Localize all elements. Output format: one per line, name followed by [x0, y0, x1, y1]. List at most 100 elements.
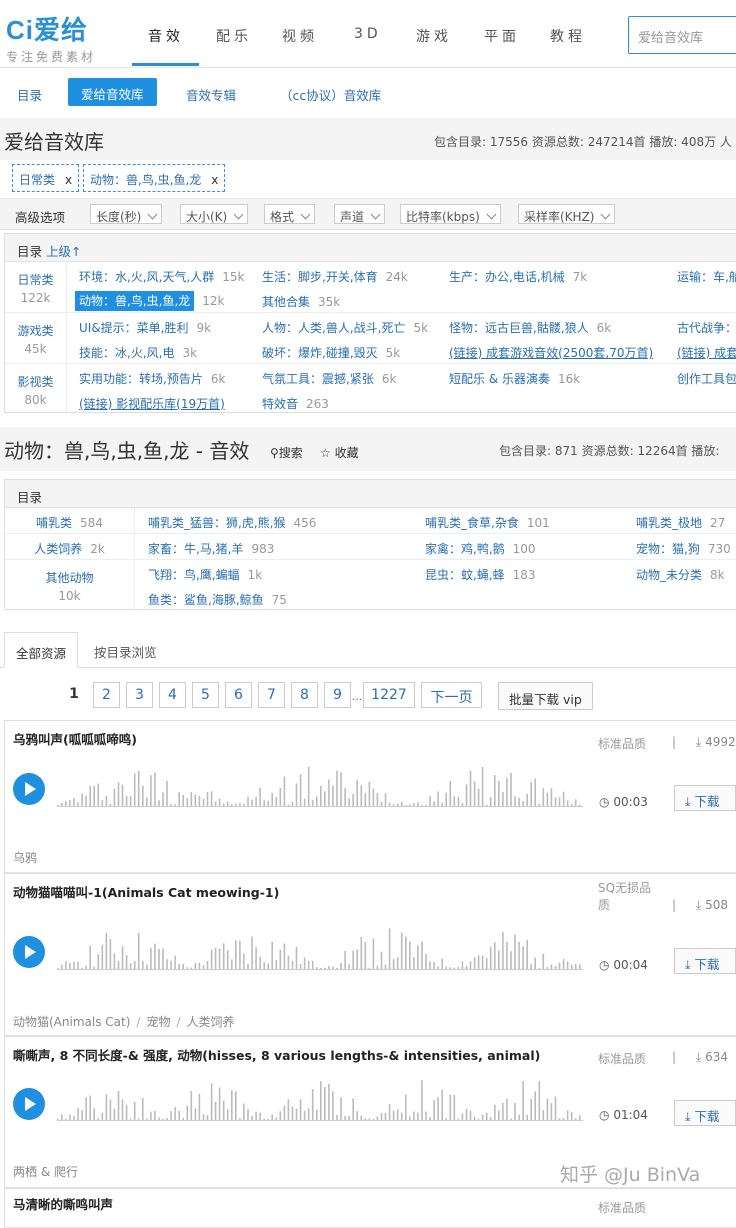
dir-item[interactable]: 鱼类：鲨鱼,海豚,鲸鱼 75 — [148, 591, 287, 608]
clock-icon: ◷ — [599, 1108, 610, 1122]
tag-link[interactable]: 两栖 & 爬行 — [13, 1165, 78, 1179]
tab-all-resources[interactable]: 全部资源 — [4, 632, 79, 668]
tag-link[interactable]: 动物猫(Animals Cat) — [13, 1015, 130, 1029]
page-link[interactable]: 5 — [192, 682, 219, 708]
filter-tag[interactable]: 日常类 x — [12, 164, 80, 192]
dir-item[interactable]: UI&提示：菜单,胜利 9k — [79, 319, 211, 336]
dir-item[interactable]: 运输：车,船 — [677, 268, 736, 285]
waveform-bar — [514, 934, 516, 970]
dir-item[interactable]: 哺乳类_极地 27 — [636, 514, 725, 531]
category-film[interactable]: 影视类 80k — [5, 364, 67, 414]
subnav-cc-library[interactable]: （cc协议）音效库 — [280, 85, 381, 104]
nav-video[interactable]: 视频 — [282, 26, 318, 46]
dir-item[interactable]: 环境：水,火,风,天气,人群 15k — [79, 268, 244, 285]
page-link[interactable]: 6 — [225, 682, 252, 708]
site-logo[interactable]: Ci爱给 专注免费素材 — [6, 10, 93, 64]
dir-item[interactable]: 家畜：牛,马,猪,羊 983 — [148, 540, 274, 557]
favorite-action[interactable]: ☆ 收藏 — [320, 444, 359, 461]
up-level-link[interactable]: 上级↑ — [46, 244, 81, 259]
dir-item[interactable]: 其他合集 35k — [262, 293, 340, 310]
category-other-animals[interactable]: 其他动物 10k — [5, 560, 135, 611]
dir-item[interactable]: 怪物：远古巨兽,骷髅,狼人 6k — [449, 319, 611, 336]
play-button[interactable] — [13, 936, 45, 968]
dir-item-selected[interactable]: 动物：兽,鸟,虫,鱼,龙 12k — [75, 291, 224, 311]
bulk-download-button[interactable]: 批量下载 vip — [498, 682, 593, 710]
dir-item[interactable]: 创作工具包 — [677, 370, 736, 387]
dir-item[interactable]: 破坏：爆炸,碰撞,毁灭 5k — [262, 344, 400, 361]
close-icon[interactable]: x — [211, 173, 218, 187]
category-daily[interactable]: 日常类 122k — [5, 262, 67, 312]
filter-tag[interactable]: 动物：兽,鸟,虫,鱼,龙 x — [83, 164, 226, 192]
download-button[interactable]: ⤓ 下载 — [674, 948, 736, 974]
page-link[interactable]: 8 — [291, 682, 318, 708]
track-title[interactable]: 马清晰的嘶鸣叫声 — [13, 1194, 113, 1213]
dir-item[interactable]: 特效音 263 — [262, 395, 329, 412]
waveform-bar — [113, 788, 116, 807]
dir-item[interactable]: 动物_未分类 8k — [636, 566, 725, 583]
category-game[interactable]: 游戏类 45k — [5, 313, 67, 363]
dir-item[interactable]: 生活：脚步,开关,体育 24k — [262, 268, 408, 285]
dir-item[interactable]: 哺乳类_食草,杂食 101 — [425, 514, 550, 531]
waveform-bar — [125, 1104, 128, 1121]
dir-item[interactable]: 人物：人类,兽人,战斗,死亡 5k — [262, 319, 428, 336]
dir-item[interactable]: 短配乐 & 乐器演奏 16k — [449, 370, 580, 387]
play-button[interactable] — [13, 1088, 45, 1120]
page-link[interactable]: 3 — [126, 682, 153, 708]
samplerate-select[interactable]: 采样率(KHZ) — [518, 204, 616, 224]
dir-item[interactable]: 家禽：鸡,鸭,鹅 100 — [425, 540, 536, 557]
channel-select[interactable]: 声道 — [334, 204, 386, 224]
dir-item[interactable]: 古代战争： — [677, 319, 736, 336]
nav-game[interactable]: 游戏 — [416, 26, 452, 46]
dir-item[interactable]: 昆虫：蚊,蝇,蜂 183 — [425, 566, 536, 583]
download-button[interactable]: ⤓ 下载 — [674, 1100, 736, 1126]
dir-item[interactable]: 宠物：猫,狗 730 — [636, 540, 731, 557]
close-icon[interactable]: x — [65, 173, 72, 187]
category-domestic[interactable]: 人类饲养 2k — [5, 534, 135, 559]
size-select[interactable]: 大小(K) — [180, 204, 249, 224]
dir-item[interactable]: 技能：冰,火,风,电 3k — [79, 344, 197, 361]
link-sets[interactable]: (链接) 成套 — [677, 344, 736, 361]
tag-link[interactable]: 人类饲养 — [187, 1015, 235, 1029]
subnav-sound-library[interactable]: 爱给音效库 — [68, 78, 157, 106]
search-action[interactable]: ⚲搜索 — [270, 444, 303, 461]
length-select[interactable]: 长度(秒) — [90, 204, 163, 224]
tab-browse-by-directory[interactable]: 按目录浏览 — [83, 632, 168, 668]
link-film-music[interactable]: (链接) 影视配乐库(19万首) — [79, 395, 225, 412]
nav-music[interactable]: 配乐 — [216, 26, 252, 46]
nav-tutorial[interactable]: 教程 — [550, 26, 586, 46]
bitrate-select[interactable]: 比特率(kbps) — [400, 204, 501, 224]
tag-link[interactable]: 宠物 — [146, 1015, 170, 1029]
page-link[interactable]: 7 — [258, 682, 285, 708]
dir-item[interactable]: 哺乳类_猛兽：狮,虎,熊,猴 456 — [148, 514, 316, 531]
link-game-sets[interactable]: (链接) 成套游戏音效(2500套,70万首) — [449, 344, 653, 361]
page-link[interactable]: 2 — [93, 682, 120, 708]
search-input[interactable]: 爱给音效库 — [628, 16, 736, 54]
subnav-directory[interactable]: 目录 — [17, 85, 42, 104]
track-title[interactable]: 乌鸦叫声(呱呱呱啼鸣) — [13, 729, 137, 748]
track-title[interactable]: 动物猫喵喵叫-1(Animals Cat meowing-1) — [13, 882, 279, 901]
format-select[interactable]: 格式 — [264, 204, 316, 224]
waveform-bar — [469, 961, 472, 970]
waveform[interactable] — [57, 1075, 583, 1121]
play-button[interactable] — [13, 773, 45, 805]
waveform-bar — [271, 941, 273, 970]
category-mammal[interactable]: 哺乳类 584 — [5, 508, 135, 533]
waveform[interactable] — [57, 761, 583, 807]
nav-sound-effects[interactable]: 音效 — [148, 26, 184, 46]
nav-3d[interactable]: 3D — [354, 26, 382, 42]
next-page-button[interactable]: 下一页 — [421, 682, 482, 708]
download-button[interactable]: ⤓ 下载 — [674, 785, 736, 811]
dir-item[interactable]: 飞翔：鸟,鹰,蝙蝠 1k — [148, 566, 262, 583]
waveform-bar — [570, 1112, 573, 1121]
track-title[interactable]: 嘶嘶声, 8 不同长度-& 强度, 动物(hisses, 8 various l… — [13, 1045, 540, 1064]
tag-link[interactable]: 乌鸦 — [13, 851, 37, 865]
page-last[interactable]: 1227 — [363, 682, 415, 708]
waveform[interactable] — [57, 924, 583, 970]
dir-item[interactable]: 气氛工具：震撼,紧张 6k — [262, 370, 396, 387]
dir-item[interactable]: 生产：办公,电话,机械 7k — [449, 268, 587, 285]
nav-graphic[interactable]: 平面 — [484, 26, 520, 46]
page-link[interactable]: 9 — [324, 682, 351, 708]
page-link[interactable]: 4 — [159, 682, 186, 708]
subnav-albums[interactable]: 音效专辑 — [186, 85, 236, 104]
dir-item[interactable]: 实用功能：转场,预告片 6k — [79, 370, 225, 387]
